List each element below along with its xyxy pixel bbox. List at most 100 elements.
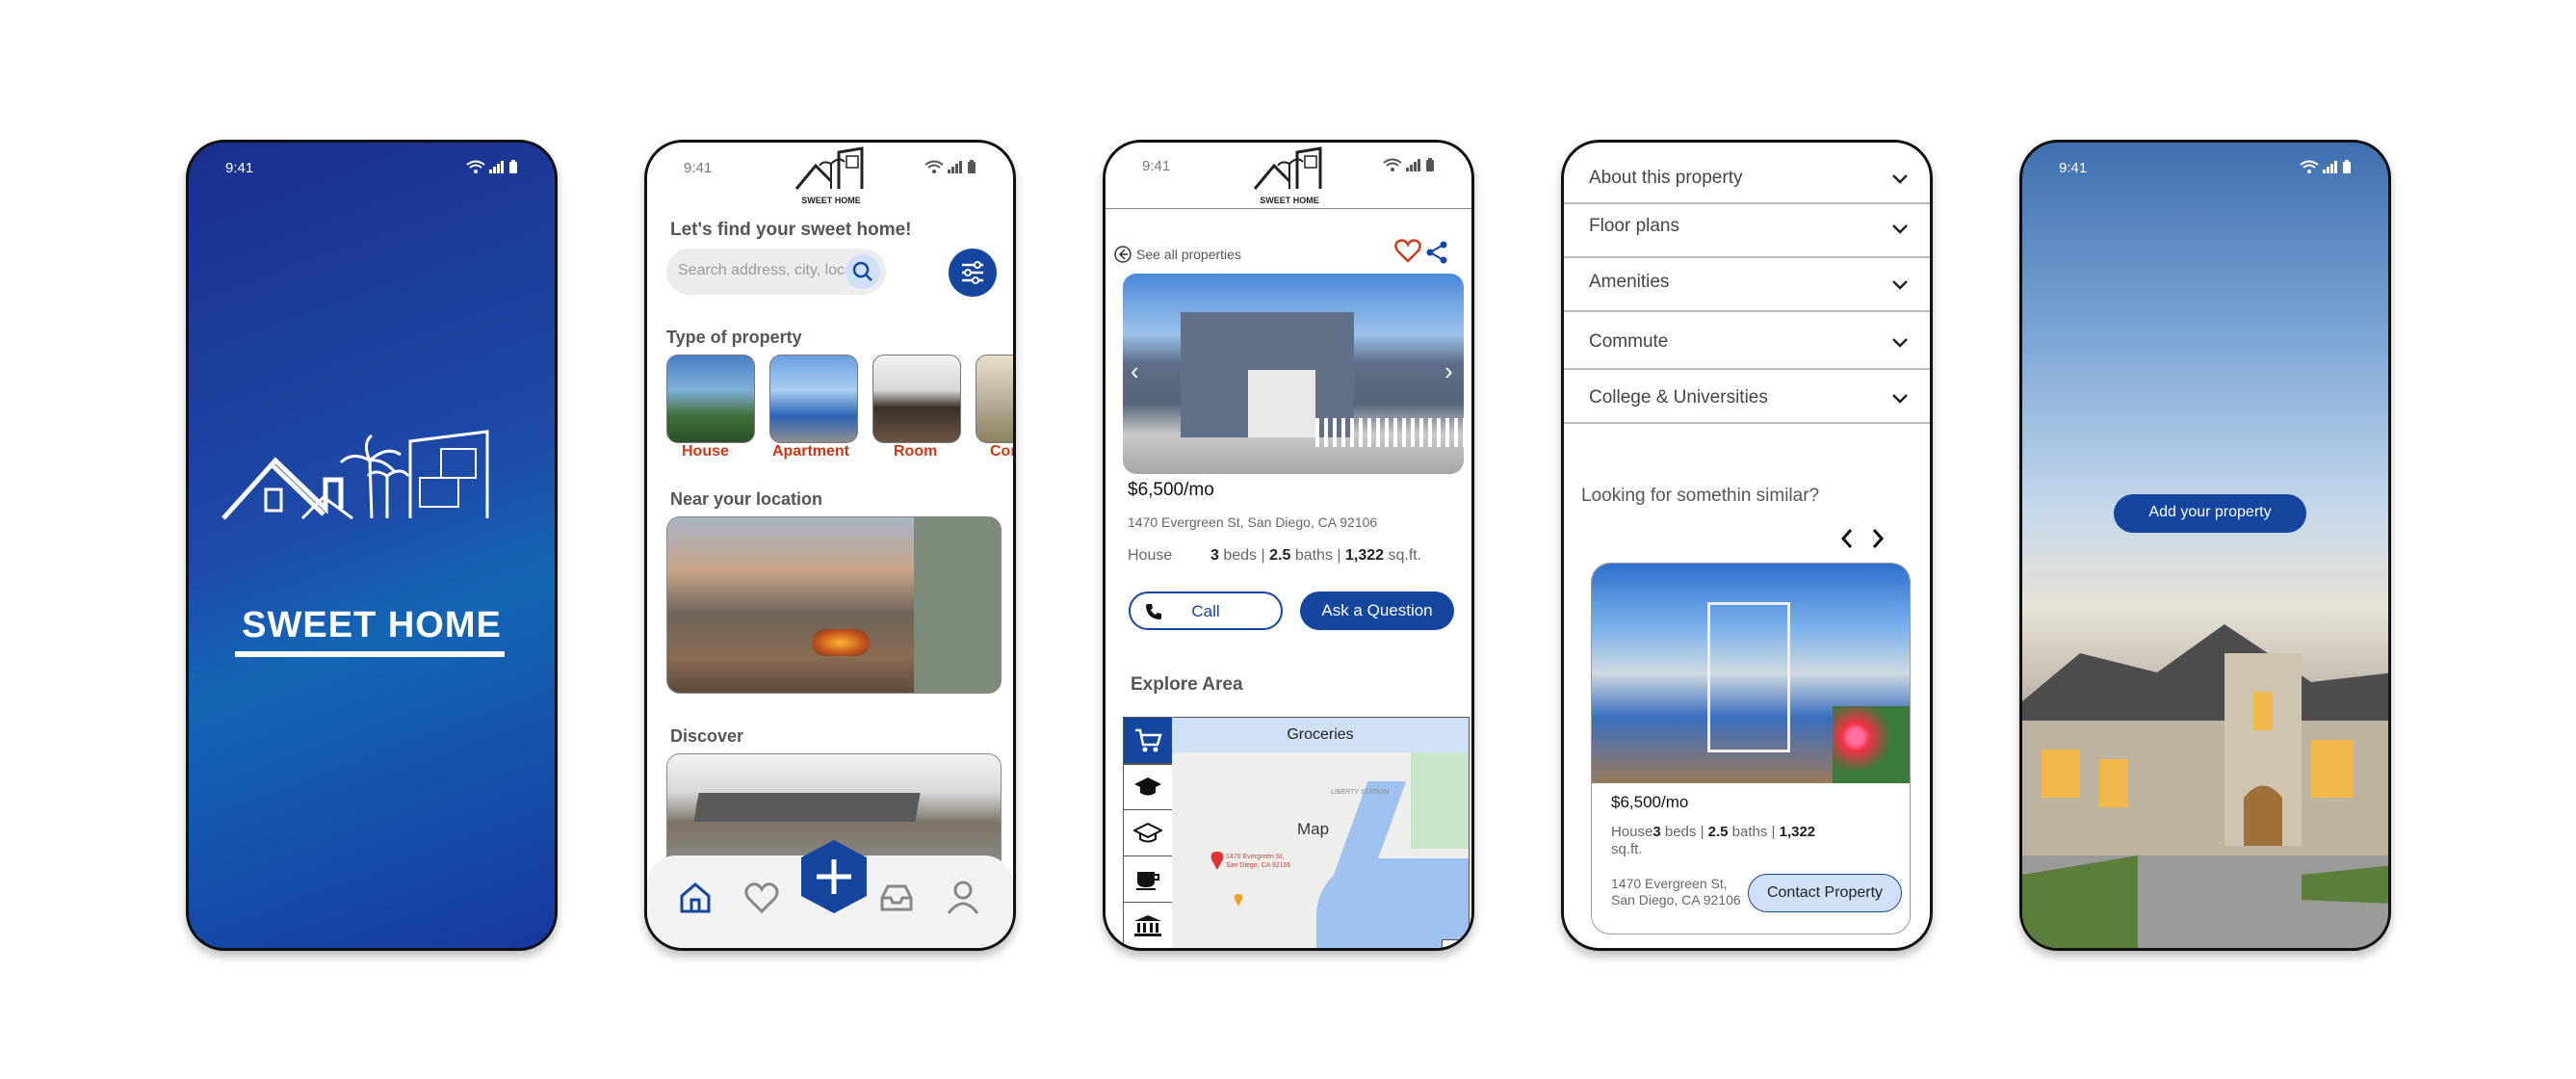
map-label: Map xyxy=(1297,820,1330,838)
header-logo: SWEET HOME xyxy=(1243,146,1336,208)
header-logo: SWEET HOME xyxy=(785,146,877,208)
contact-property-button[interactable]: Contact Property xyxy=(1748,874,1902,912)
near-property-image[interactable] xyxy=(666,516,1002,694)
status-icons xyxy=(1383,158,1435,171)
signal-icon xyxy=(948,161,962,173)
property-photo[interactable] xyxy=(1123,274,1464,474)
map-zoom-button[interactable]: + xyxy=(1442,939,1463,948)
map-area[interactable]: Map LIBERTY STATION 1470 Evergreen St, S… xyxy=(1172,752,1469,948)
home-heading: Let's find your sweet home! xyxy=(670,220,912,240)
house-wall xyxy=(914,517,1001,693)
sqft-count: 1,322 xyxy=(1345,547,1385,564)
accordion-amenities[interactable]: Amenities xyxy=(1564,258,1930,312)
sweet-home-logo xyxy=(221,430,489,520)
accordion-colleges-label: College & Universities xyxy=(1589,387,1768,408)
property-detail-screen: 9:41 SWEET HOME See all properties ‹ › $… xyxy=(1103,140,1474,951)
type-chip-condo[interactable] xyxy=(976,355,1013,443)
type-chip-room[interactable] xyxy=(872,355,961,443)
map-pin-label: 1470 Evergreen St, San Diego, CA 92106 xyxy=(1226,854,1291,869)
call-button[interactable]: Call xyxy=(1129,592,1283,630)
similar-baths-label: baths | xyxy=(1731,824,1776,840)
add-your-property-button[interactable]: Add your property xyxy=(2114,494,2306,533)
similar-sqft-count: 1,322 xyxy=(1779,824,1816,840)
accordion-about-label: About this property xyxy=(1589,168,1743,188)
ask-question-button[interactable]: Ask a Question xyxy=(1300,592,1454,630)
chevron-right-icon[interactable] xyxy=(1870,528,1886,549)
sweet-home-logo-icon xyxy=(1253,146,1322,190)
home-nav-icon[interactable] xyxy=(678,881,713,915)
flower-bed xyxy=(1833,706,1910,783)
header-logo-text: SWEET HOME xyxy=(1260,196,1319,205)
ask-question-label: Ask a Question xyxy=(1321,601,1433,619)
filter-button[interactable] xyxy=(949,249,997,297)
map-park xyxy=(1411,752,1469,849)
type-label-condo[interactable]: Con xyxy=(990,443,1013,461)
type-label-house[interactable]: House xyxy=(682,443,729,461)
status-icons xyxy=(466,160,518,173)
map-category-university[interactable] xyxy=(1124,810,1172,856)
status-icons xyxy=(924,160,976,173)
contact-property-label: Contact Property xyxy=(1766,884,1884,901)
header-divider xyxy=(1106,208,1471,209)
map-category-school[interactable] xyxy=(1124,764,1172,810)
chevron-down-icon xyxy=(1892,394,1908,404)
similar-property-card[interactable]: $6,500/mo House3 beds | 2.5 baths | 1,32… xyxy=(1591,563,1911,934)
type-chip-apartment[interactable] xyxy=(769,355,858,443)
accordion-floor-plans-label: Floor plans xyxy=(1589,216,1679,236)
accordion-about[interactable]: About this property xyxy=(1564,143,1930,204)
chevron-down-icon xyxy=(1892,174,1908,184)
discover-roof xyxy=(693,793,921,822)
status-time: 9:41 xyxy=(684,160,713,176)
accordion-colleges[interactable]: College & Universities xyxy=(1564,370,1930,424)
status-bar: 9:41 xyxy=(225,160,518,183)
type-label-apartment[interactable]: Apartment xyxy=(772,443,849,461)
favorites-nav-icon[interactable] xyxy=(743,881,780,915)
add-property-screen: 9:41 Add your property xyxy=(2019,140,2391,951)
similar-beds-count: 3 xyxy=(1652,824,1661,840)
photo-next-arrow[interactable]: › xyxy=(1444,356,1453,386)
map-tab-groceries[interactable]: Groceries xyxy=(1172,718,1469,753)
status-time: 9:41 xyxy=(2059,160,2088,176)
back-link-label: See all properties xyxy=(1136,247,1241,262)
status-time: 9:41 xyxy=(1142,158,1171,174)
property-type: House xyxy=(1128,547,1173,564)
inbox-nav-icon[interactable] xyxy=(878,882,915,913)
type-chip-house[interactable] xyxy=(666,355,755,443)
explore-heading: Explore Area xyxy=(1131,674,1243,695)
accordion-floor-plans[interactable]: Floor plans xyxy=(1564,204,1930,258)
sweet-home-logo-icon xyxy=(794,146,864,190)
search-input[interactable]: Search address, city, location xyxy=(666,249,886,295)
chevron-down-icon xyxy=(1892,338,1908,348)
search-icon[interactable] xyxy=(846,254,880,289)
battery-icon xyxy=(509,160,517,173)
favorite-heart-icon[interactable] xyxy=(1394,239,1421,264)
map-category-cafe[interactable] xyxy=(1124,856,1172,903)
signal-icon xyxy=(2323,161,2337,173)
window-frame xyxy=(1707,602,1790,752)
map-category-groceries[interactable] xyxy=(1124,718,1172,764)
share-icon[interactable] xyxy=(1425,241,1448,264)
type-label-room[interactable]: Room xyxy=(894,443,937,461)
property-specs: House 3 beds | 2.5 baths | 1,322 sq.ft. xyxy=(1128,547,1421,565)
accordion-commute-label: Commute xyxy=(1589,331,1669,352)
near-heading: Near your location xyxy=(670,489,823,509)
similar-baths-count: 2.5 xyxy=(1707,824,1729,840)
profile-nav-icon[interactable] xyxy=(946,879,980,915)
map-street-label: LIBERTY STATION xyxy=(1331,789,1390,796)
header-logo-text: SWEET HOME xyxy=(801,196,861,205)
add-property-fab[interactable] xyxy=(799,838,869,915)
accordion-commute[interactable]: Commute xyxy=(1564,312,1930,370)
similar-beds-label: beds | xyxy=(1664,824,1704,840)
photo-prev-arrow[interactable]: ‹ xyxy=(1131,356,1139,386)
map-category-bank[interactable] xyxy=(1124,903,1172,948)
bank-icon xyxy=(1134,914,1161,936)
status-bar: 9:41 xyxy=(2059,160,2352,183)
type-heading: Type of property xyxy=(666,328,802,347)
wifi-icon xyxy=(924,160,944,173)
similar-price: $6,500/mo xyxy=(1611,793,1689,811)
mansion-illustration xyxy=(2022,624,2388,948)
similar-address: 1470 Evergreen St, San Diego, CA 92106 xyxy=(1611,876,1741,908)
chevron-left-icon[interactable] xyxy=(1839,528,1855,549)
battery-icon xyxy=(2343,160,2351,173)
back-link[interactable]: See all properties xyxy=(1113,245,1241,264)
